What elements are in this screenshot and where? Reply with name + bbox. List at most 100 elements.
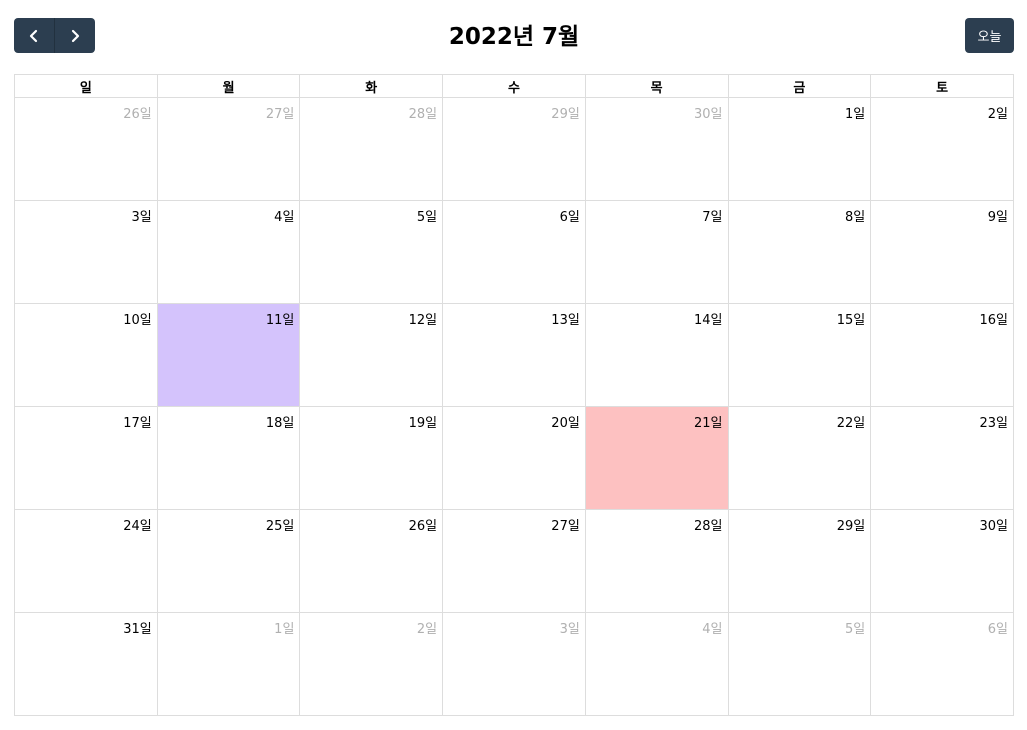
day-cell[interactable]: 3일: [14, 200, 158, 304]
weekday-header: 목: [584, 74, 729, 98]
day-cell[interactable]: 26일: [299, 509, 444, 613]
weekday-header: 토: [870, 74, 1014, 98]
day-cell[interactable]: 20일: [442, 406, 586, 510]
day-cell[interactable]: 30일: [584, 97, 729, 201]
day-cell[interactable]: 8일: [727, 200, 872, 304]
day-cell[interactable]: 31일: [14, 612, 158, 716]
calendar-title: 2022년 7월: [448, 24, 580, 50]
day-cell[interactable]: 29일: [442, 97, 586, 201]
day-cell[interactable]: 14일: [584, 303, 729, 407]
day-number: 3일: [559, 622, 580, 637]
day-number: 17일: [123, 416, 152, 431]
day-cell[interactable]: 22일: [727, 406, 872, 510]
month-grid-body: 26일 27일 28일 29일 30일 1일 2일 3일 4일 5일 6일 7일 8일 9일 10일 11일 1…: [14, 97, 1014, 716]
day-number: 19일: [408, 416, 438, 431]
day-number: 9일: [987, 210, 1008, 225]
chevron-right-icon: [71, 29, 80, 42]
chevron-left-icon: [29, 29, 38, 42]
day-number: 11일: [265, 313, 295, 328]
day-number: 28일: [408, 107, 438, 122]
day-cell[interactable]: 18일: [156, 406, 301, 510]
day-number: 3일: [131, 210, 152, 225]
day-cell[interactable]: 25일: [156, 509, 301, 613]
day-number: 22일: [836, 416, 866, 431]
day-number: 1일: [844, 107, 866, 122]
day-cell[interactable]: 4일: [156, 200, 301, 304]
day-number: 29일: [551, 107, 580, 122]
day-cell[interactable]: 4일: [584, 612, 729, 716]
day-cell[interactable]: 21일: [584, 406, 729, 510]
day-cell[interactable]: 5일: [727, 612, 872, 716]
weekday-header: 월: [156, 74, 301, 98]
day-number: 31일: [123, 622, 152, 637]
calendar-toolbar: 2022년 7월 오늘: [14, 18, 1014, 53]
day-cell[interactable]: 1일: [727, 97, 872, 201]
weekday-header: 일: [14, 74, 158, 98]
day-cell[interactable]: 12일: [299, 303, 444, 407]
week-row: 31일 1일 2일 3일 4일 5일 6일: [14, 612, 1014, 716]
day-cell[interactable]: 2일: [870, 97, 1014, 201]
day-cell[interactable]: 10일: [14, 303, 158, 407]
day-cell[interactable]: 9일: [870, 200, 1014, 304]
day-number: 2일: [987, 107, 1008, 122]
day-number: 13일: [551, 313, 580, 328]
day-number: 6일: [559, 210, 580, 225]
day-cell[interactable]: 1일: [156, 612, 301, 716]
prev-month-button[interactable]: [14, 18, 54, 53]
day-cell[interactable]: 17일: [14, 406, 158, 510]
day-number: 4일: [702, 622, 723, 637]
week-row: 10일 11일 12일 13일 14일 15일 16일: [14, 303, 1014, 407]
day-number: 23일: [979, 416, 1008, 431]
day-number: 7일: [702, 210, 723, 225]
day-number: 2일: [416, 622, 438, 637]
day-cell[interactable]: 6일: [442, 200, 586, 304]
weekday-header-row: 일 월 화 수 목 금 토: [14, 74, 1014, 98]
day-number: 26일: [408, 519, 438, 534]
calendar: 2022년 7월 오늘 일 월 화 수 목 금 토 26일 27일 28일 29일 30…: [14, 18, 1014, 716]
day-cell[interactable]: 23일: [870, 406, 1014, 510]
day-number: 24일: [123, 519, 152, 534]
day-number: 1일: [274, 622, 295, 637]
day-cell[interactable]: 27일: [442, 509, 586, 613]
day-number: 20일: [551, 416, 580, 431]
day-number: 4일: [274, 210, 295, 225]
day-cell[interactable]: 7일: [584, 200, 729, 304]
day-number: 27일: [265, 107, 295, 122]
day-cell[interactable]: 15일: [727, 303, 872, 407]
day-cell[interactable]: 29일: [727, 509, 872, 613]
day-number: 30일: [694, 107, 723, 122]
today-button[interactable]: 오늘: [965, 18, 1014, 53]
day-cell[interactable]: 16일: [870, 303, 1014, 407]
day-number: 29일: [836, 519, 866, 534]
day-cell[interactable]: 2일: [299, 612, 444, 716]
day-cell[interactable]: 28일: [584, 509, 729, 613]
day-cell[interactable]: 24일: [14, 509, 158, 613]
day-number: 30일: [979, 519, 1008, 534]
weekday-header: 수: [442, 74, 586, 98]
day-number: 15일: [836, 313, 866, 328]
nav-button-group: [14, 18, 95, 53]
day-number: 27일: [551, 519, 580, 534]
day-number: 5일: [844, 622, 866, 637]
day-number: 26일: [123, 107, 152, 122]
week-row: 17일 18일 19일 20일 21일 22일 23일: [14, 406, 1014, 510]
day-number: 10일: [123, 313, 152, 328]
day-number: 12일: [408, 313, 438, 328]
day-number: 18일: [265, 416, 295, 431]
day-cell[interactable]: 5일: [299, 200, 444, 304]
month-grid: 일 월 화 수 목 금 토 26일 27일 28일 29일 30일 1일 2일 3일 4일 5일 6…: [14, 74, 1014, 716]
day-cell[interactable]: 27일: [156, 97, 301, 201]
day-cell[interactable]: 19일: [299, 406, 444, 510]
day-cell[interactable]: 6일: [870, 612, 1014, 716]
day-number: 28일: [694, 519, 723, 534]
day-number: 5일: [416, 210, 438, 225]
day-cell[interactable]: 26일: [14, 97, 158, 201]
next-month-button[interactable]: [54, 18, 95, 53]
day-cell[interactable]: 30일: [870, 509, 1014, 613]
day-cell[interactable]: 11일: [156, 303, 301, 407]
day-number: 16일: [979, 313, 1008, 328]
day-cell[interactable]: 28일: [299, 97, 444, 201]
day-cell[interactable]: 3일: [442, 612, 586, 716]
day-number: 25일: [265, 519, 295, 534]
day-cell[interactable]: 13일: [442, 303, 586, 407]
